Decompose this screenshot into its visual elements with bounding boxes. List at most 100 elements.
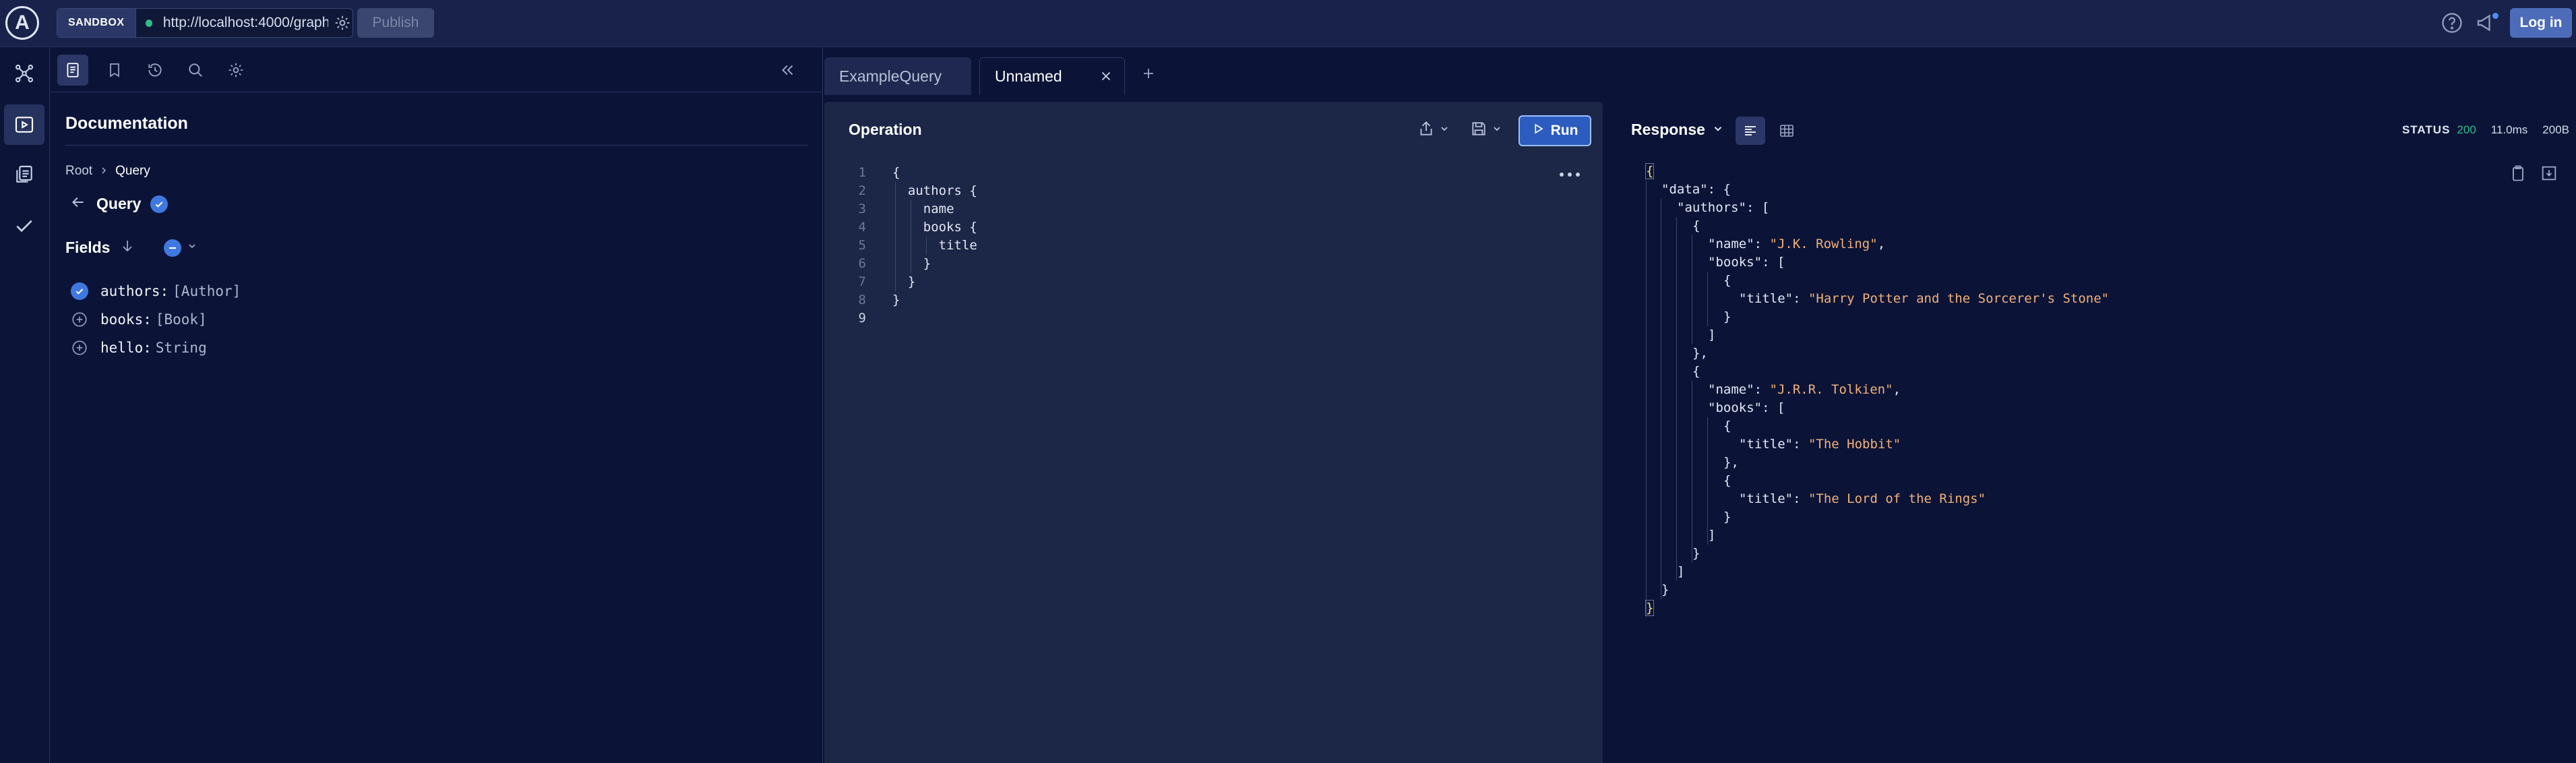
search-icon[interactable] — [180, 55, 211, 86]
collapse-panel-icon[interactable] — [772, 55, 803, 86]
share-icon[interactable] — [1417, 120, 1435, 141]
run-label: Run — [1550, 123, 1578, 138]
code-line: 2 authors { — [824, 182, 1603, 200]
table-view-icon[interactable] — [1772, 117, 1802, 145]
json-line: "name": "J.R.R. Tolkien", — [1646, 381, 2109, 399]
docs-title: Documentation — [65, 114, 188, 133]
json-line: }, — [1646, 454, 2109, 472]
field-authors[interactable]: authors: [Author] — [71, 282, 241, 300]
add-field-icon[interactable] — [71, 311, 88, 328]
line-number: 6 — [858, 256, 866, 271]
save-icon[interactable] — [1470, 120, 1488, 141]
code-line: 4 books { — [824, 218, 1603, 237]
breadcrumb-root[interactable]: Root — [65, 164, 92, 179]
announcements-icon[interactable] — [2475, 11, 2502, 35]
json-key: "title" — [1739, 291, 1793, 306]
line-number: 3 — [858, 202, 866, 216]
tab-label: ExampleQuery — [839, 67, 942, 85]
field-hello[interactable]: hello: String — [71, 339, 207, 357]
json-key: "data" — [1661, 182, 1708, 197]
publish-button[interactable]: Publish — [357, 8, 434, 38]
response-title-dropdown[interactable]: Response — [1631, 121, 1724, 139]
docs-tab-icon[interactable] — [57, 55, 88, 86]
chevron-down-icon[interactable] — [1439, 123, 1450, 138]
operation-collections-icon[interactable] — [4, 154, 44, 195]
json-punct: : [ — [1762, 400, 1785, 415]
json-view-icon[interactable] — [1736, 117, 1765, 145]
breadcrumb-chevron-icon — [100, 164, 107, 179]
json-punct: : — [1754, 237, 1770, 251]
tab-examplequery[interactable]: ExampleQuery — [824, 57, 971, 95]
save-menu[interactable] — [1470, 118, 1513, 142]
query-selected-check-icon[interactable] — [150, 195, 168, 213]
json-punct: : — [1793, 437, 1808, 452]
line-number: 8 — [858, 293, 866, 307]
field-checked-icon[interactable] — [71, 282, 88, 300]
response-stats: STATUS 200 11.0ms 200B — [2402, 123, 2569, 137]
json-key: "name" — [1708, 237, 1754, 251]
field-type[interactable]: [Book] — [156, 311, 207, 328]
breadcrumb: Root Query — [65, 164, 150, 179]
field-type[interactable]: String — [156, 340, 207, 356]
sort-arrow-down-icon[interactable] — [119, 238, 135, 257]
login-button[interactable]: Log in — [2510, 8, 2572, 38]
json-line: "books": [ — [1646, 253, 2109, 272]
docs-divider — [65, 145, 808, 146]
run-button[interactable]: Run — [1519, 115, 1591, 146]
json-lines: {"data": {"authors": [{"name": "J.K. Row… — [1645, 162, 2109, 617]
breadcrumb-query: Query — [115, 164, 150, 178]
settings-gear-icon[interactable] — [220, 55, 251, 86]
checks-icon[interactable] — [4, 206, 44, 246]
json-line: ] — [1646, 326, 2109, 344]
query-title: Query — [96, 195, 142, 212]
response-time: 11.0ms — [2490, 123, 2528, 136]
json-punct: : { — [1707, 182, 1731, 197]
history-icon[interactable] — [140, 55, 171, 86]
back-arrow-icon[interactable] — [69, 193, 87, 214]
connection-settings-icon[interactable] — [332, 12, 352, 34]
code-line: 8} — [824, 291, 1603, 309]
field-books[interactable]: books: [Book] — [71, 311, 207, 328]
code-text: name — [892, 202, 954, 216]
endpoint-url-input[interactable]: http://localhost:4000/graphql — [163, 15, 328, 31]
docs-toolbar — [51, 48, 822, 92]
help-icon[interactable] — [2440, 11, 2464, 35]
connection-status-dot — [145, 19, 152, 27]
fields-header: Fields — [65, 238, 197, 257]
json-line: "title": "The Hobbit" — [1646, 435, 2109, 454]
sandbox-badge: SANDBOX — [57, 9, 136, 37]
chevron-down-icon[interactable] — [1492, 123, 1502, 138]
download-icon[interactable] — [2540, 164, 2560, 184]
code-line: 9 — [824, 309, 1603, 328]
deselect-all-icon[interactable] — [164, 239, 182, 257]
logo-letter: A — [15, 11, 30, 34]
json-punct: } — [1723, 309, 1731, 324]
copy-icon[interactable] — [2509, 164, 2529, 184]
json-line: { — [1646, 363, 2109, 381]
schema-icon[interactable] — [4, 53, 44, 94]
code-text: { — [892, 165, 900, 180]
panel-divider — [822, 48, 823, 763]
json-line: ] — [1646, 526, 2109, 545]
json-punct: : [ — [1746, 200, 1770, 215]
bookmark-icon[interactable] — [99, 55, 130, 86]
operation-editor[interactable]: 1{ 2 authors { 3 name 4 books { 5 title … — [824, 164, 1603, 328]
add-field-icon[interactable] — [71, 339, 88, 357]
tab-unnamed[interactable]: Unnamed — [979, 57, 1125, 95]
apollo-logo[interactable]: A — [5, 6, 39, 40]
code-line: 5 title — [824, 237, 1603, 255]
explorer-icon[interactable] — [4, 104, 44, 145]
share-menu[interactable] — [1417, 118, 1461, 142]
chevron-down-icon[interactable] — [187, 241, 197, 255]
response-json[interactable]: {"data": {"authors": [{"name": "J.K. Row… — [1645, 162, 2109, 617]
close-icon[interactable] — [1099, 69, 1113, 84]
json-key: "authors" — [1677, 200, 1746, 215]
json-string-value: "J.R.R. Tolkien" — [1769, 382, 1893, 397]
operation-title: Operation — [849, 121, 922, 138]
field-type[interactable]: [Author] — [173, 283, 241, 299]
code-text: } — [892, 274, 916, 289]
add-tab-icon[interactable] — [1136, 61, 1161, 86]
json-line: } — [1645, 599, 2109, 617]
json-key: "title" — [1739, 437, 1793, 452]
line-number: 2 — [858, 183, 866, 198]
